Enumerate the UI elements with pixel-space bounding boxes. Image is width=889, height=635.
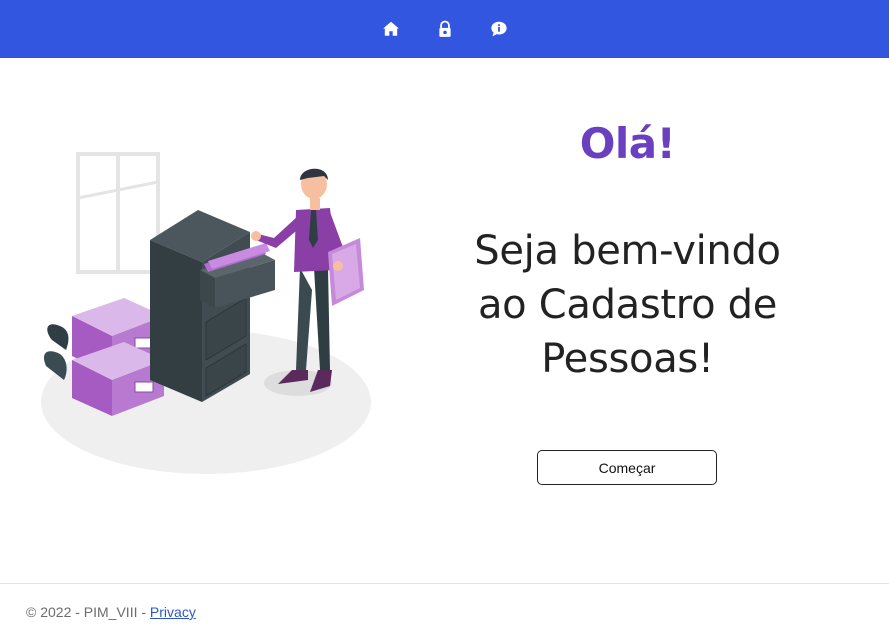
start-button[interactable]: Começar (537, 450, 717, 485)
copyright-text: © 2022 - PIM_VIII - (26, 604, 150, 620)
nav-icons (382, 20, 508, 38)
filing-cabinet-illustration (30, 140, 390, 480)
lock-icon[interactable] (436, 20, 454, 38)
welcome-line-2: ao Cadastro de (477, 282, 778, 328)
hero-section: Olá! Seja bem-vindo ao Cadastro de Pesso… (440, 118, 815, 386)
chat-info-icon[interactable] (490, 20, 508, 38)
footer: © 2022 - PIM_VIII - Privacy (0, 583, 889, 635)
welcome-line-3: Pessoas! (541, 336, 714, 382)
home-icon[interactable] (382, 20, 400, 38)
privacy-link[interactable]: Privacy (150, 604, 196, 620)
footer-text: © 2022 - PIM_VIII - Privacy (26, 604, 196, 620)
welcome-line-1: Seja bem-vindo (474, 228, 781, 274)
greeting-heading: Olá! (579, 119, 676, 168)
top-navbar (0, 0, 889, 58)
welcome-heading: Seja bem-vindo ao Cadastro de Pessoas! (440, 224, 815, 386)
